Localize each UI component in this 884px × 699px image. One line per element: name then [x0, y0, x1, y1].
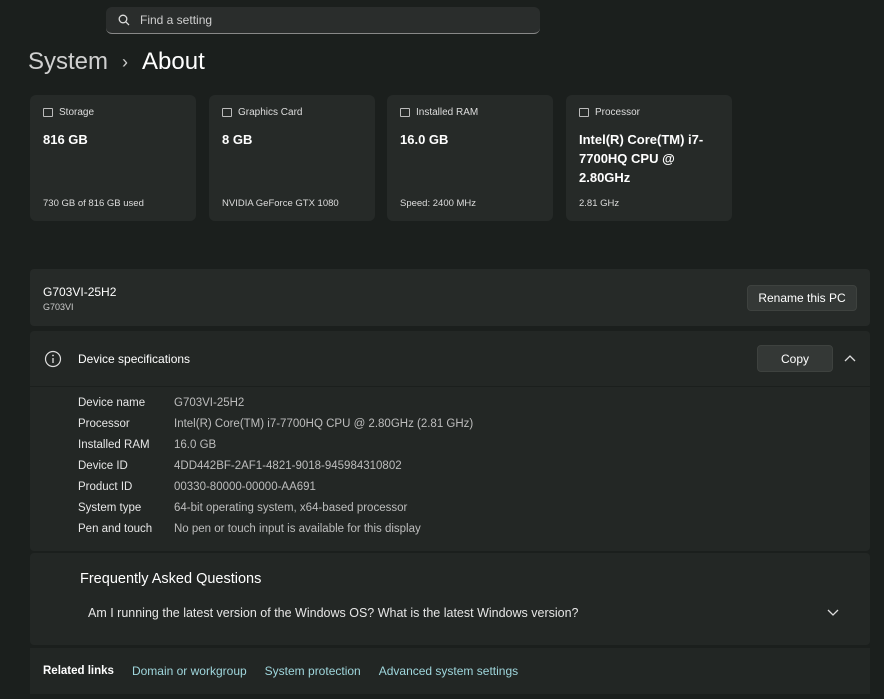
info-icon	[44, 350, 62, 367]
card-value: Intel(R) Core(TM) i7-7700HQ CPU @ 2.80GH…	[579, 132, 704, 185]
device-specifications: Device specifications Copy Device name G7…	[30, 331, 870, 551]
search-placeholder: Find a setting	[140, 13, 213, 27]
card-sub: 2.81 GHz	[579, 198, 620, 209]
spec-value: No pen or touch input is available for t…	[174, 523, 421, 535]
spec-value: 64-bit operating system, x64-based proce…	[174, 502, 408, 514]
spec-value: G703VI-25H2	[174, 397, 245, 409]
pc-name: G703VI-25H2	[43, 285, 117, 299]
specs-header[interactable]: Device specifications	[30, 331, 870, 387]
spec-label: Pen and touch	[78, 523, 153, 535]
page-title: About	[142, 48, 205, 75]
chevron-down-icon[interactable]	[827, 609, 839, 617]
card-title: Storage	[59, 107, 95, 118]
storage-card[interactable]: Storage 816 GB 730 GB of 816 GB used	[30, 95, 196, 221]
processor-card[interactable]: Processor Intel(R) Core(TM) i7-7700HQ CP…	[566, 95, 732, 221]
spec-label: Device name	[78, 397, 146, 409]
faq-section: Frequently Asked Questions Am I running …	[30, 553, 870, 645]
storage-icon	[43, 108, 53, 117]
breadcrumb-system[interactable]: System	[28, 48, 108, 76]
card-value: 8 GB	[222, 132, 253, 147]
domain-workgroup-link[interactable]: Domain or workgroup	[132, 664, 247, 678]
card-sub: 730 GB of 816 GB used	[43, 198, 144, 209]
spec-label: System type	[78, 502, 142, 514]
spec-value: 4DD442BF-2AF1-4821-9018-945984310802	[174, 460, 402, 472]
faq-question[interactable]: Am I running the latest version of the W…	[88, 606, 579, 620]
breadcrumb: System › About	[28, 48, 205, 76]
search-icon	[118, 14, 130, 26]
rename-pc-button[interactable]: Rename this PC	[747, 285, 857, 311]
related-links-label: Related links	[43, 665, 114, 677]
copy-button[interactable]: Copy	[757, 345, 833, 372]
processor-icon	[579, 108, 589, 117]
search-input[interactable]: Find a setting	[106, 7, 540, 34]
ram-icon	[400, 108, 410, 117]
chevron-right-icon: ›	[122, 51, 129, 72]
card-title: Installed RAM	[416, 107, 479, 118]
spec-value: Intel(R) Core(TM) i7-7700HQ CPU @ 2.80GH…	[174, 418, 474, 430]
faq-title: Frequently Asked Questions	[80, 571, 262, 587]
card-sub: NVIDIA GeForce GTX 1080	[222, 198, 339, 209]
advanced-system-settings-link[interactable]: Advanced system settings	[379, 664, 518, 678]
specs-title: Device specifications	[78, 351, 191, 366]
graphics-card[interactable]: Graphics Card 8 GB NVIDIA GeForce GTX 10…	[209, 95, 375, 221]
graphics-card-icon	[222, 108, 232, 117]
spec-label: Device ID	[78, 460, 128, 472]
card-sub: Speed: 2400 MHz	[400, 198, 477, 209]
spec-value: 16.0 GB	[174, 439, 217, 451]
card-value: 16.0 GB	[400, 132, 449, 147]
spec-label: Product ID	[78, 481, 133, 493]
card-title: Processor	[595, 107, 641, 118]
chevron-up-icon[interactable]	[843, 353, 857, 363]
spec-value: 00330-80000-00000-AA691	[174, 481, 316, 493]
card-title: Graphics Card	[238, 107, 303, 118]
pc-name-bar: G703VI-25H2 G703VI Rename this PC	[30, 269, 870, 326]
pc-model: G703VI	[43, 302, 74, 312]
ram-card[interactable]: Installed RAM 16.0 GB Speed: 2400 MHz	[387, 95, 553, 221]
system-protection-link[interactable]: System protection	[265, 664, 361, 678]
spec-label: Installed RAM	[78, 439, 150, 451]
card-value: 816 GB	[43, 132, 88, 147]
spec-label: Processor	[78, 418, 130, 430]
related-links: Related links Domain or workgroup System…	[30, 648, 870, 694]
